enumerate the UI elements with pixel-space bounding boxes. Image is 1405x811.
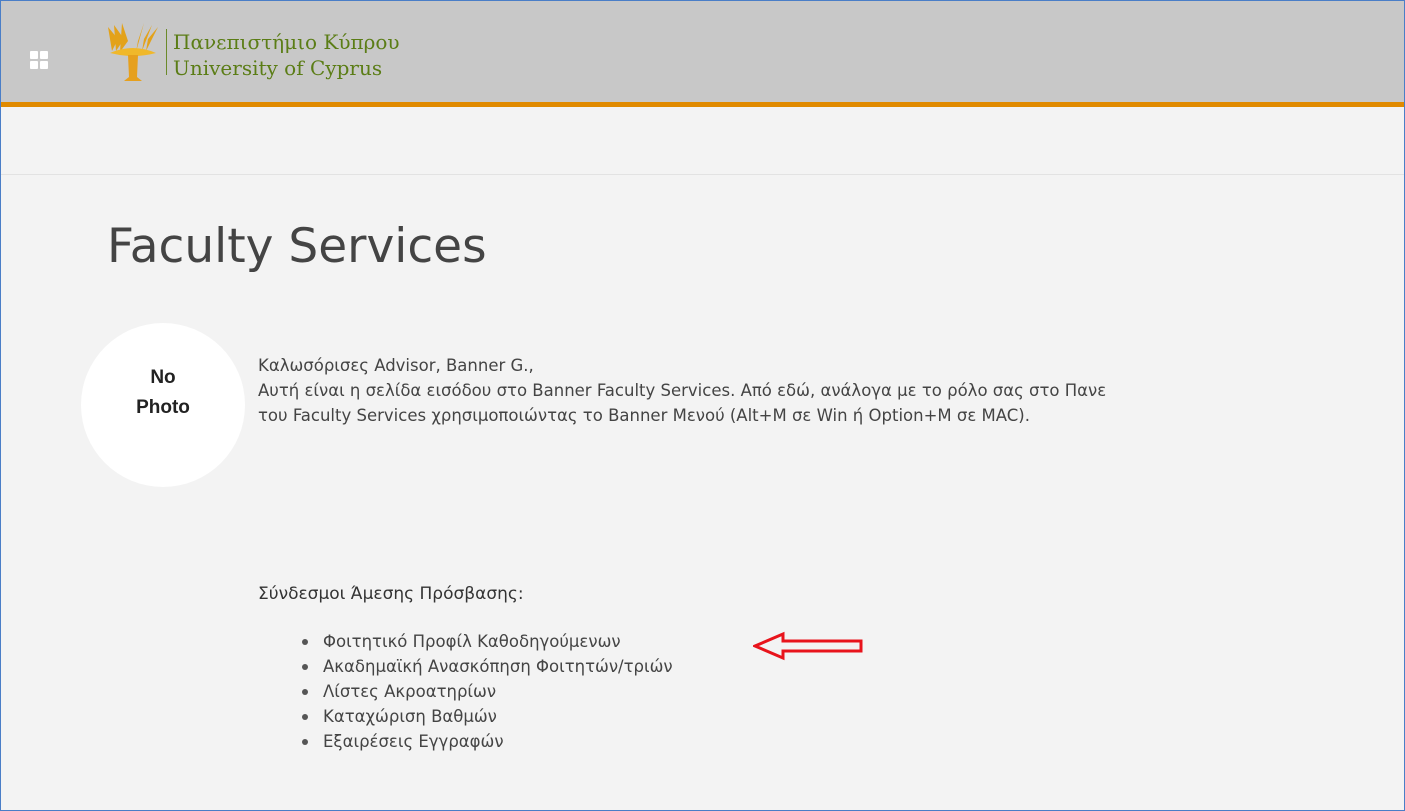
welcome-greeting: Καλωσόρισες Advisor, Banner G., <box>258 356 534 375</box>
sub-navigation-bar <box>1 107 1404 175</box>
list-item: Ακαδημαϊκή Ανασκόπηση Φοιτητών/τριών <box>298 654 673 679</box>
link-student-profile-advisees[interactable]: Φοιτητικό Προφίλ Καθοδηγούμενων <box>323 632 621 651</box>
bullet-icon <box>302 664 308 670</box>
welcome-description-line2: του Faculty Services χρησιμοποιώντας το … <box>258 406 1030 425</box>
page-frame: Πανεπιστήμιο Κύπρου University of Cyprus… <box>0 0 1405 811</box>
welcome-message: Καλωσόρισες Advisor, Banner G., Αυτή είν… <box>258 353 1404 428</box>
bullet-icon <box>302 714 308 720</box>
link-academic-review-students[interactable]: Ακαδημαϊκή Ανασκόπηση Φοιτητών/τριών <box>323 657 673 676</box>
avatar-line-photo: Photo <box>136 397 190 418</box>
link-registration-overrides[interactable]: Εξαιρέσεις Εγγραφών <box>323 732 504 751</box>
link-grade-entry[interactable]: Καταχώριση Βαθμών <box>323 707 497 726</box>
page-title: Faculty Services <box>107 219 487 274</box>
quick-links-list: Φοιτητικό Προφίλ Καθοδηγούμενων Ακαδημαϊ… <box>298 629 673 754</box>
welcome-description-line1: Αυτή είναι η σελίδα εισόδου στο Banner F… <box>258 381 1107 400</box>
bullet-icon <box>302 639 308 645</box>
university-logo[interactable]: Πανεπιστήμιο Κύπρου University of Cyprus <box>106 21 400 83</box>
link-class-lists[interactable]: Λίστες Ακροατηρίων <box>323 682 496 701</box>
list-item: Λίστες Ακροατηρίων <box>298 679 673 704</box>
university-emblem-icon <box>108 23 158 81</box>
list-item: Εξαιρέσεις Εγγραφών <box>298 729 673 754</box>
avatar-placeholder-text: No Photo <box>81 363 245 423</box>
list-item: Καταχώριση Βαθμών <box>298 704 673 729</box>
avatar-line-no: No <box>150 367 176 388</box>
top-header-bar: Πανεπιστήμιο Κύπρου University of Cyprus <box>1 1 1404 107</box>
logo-text: Πανεπιστήμιο Κύπρου University of Cyprus <box>173 29 400 81</box>
logo-english-name: University of Cyprus <box>173 56 383 80</box>
avatar: No Photo <box>81 323 245 487</box>
logo-greek-name: Πανεπιστήμιο Κύπρου <box>173 30 400 54</box>
apps-grid-icon[interactable] <box>30 51 48 69</box>
quick-links-heading: Σύνδεσμοι Άμεσης Πρόσβασης: <box>258 584 524 604</box>
logo-separator <box>166 29 167 75</box>
bullet-icon <box>302 689 308 695</box>
bullet-icon <box>302 739 308 745</box>
red-arrow-icon <box>753 631 863 661</box>
list-item: Φοιτητικό Προφίλ Καθοδηγούμενων <box>298 629 673 654</box>
